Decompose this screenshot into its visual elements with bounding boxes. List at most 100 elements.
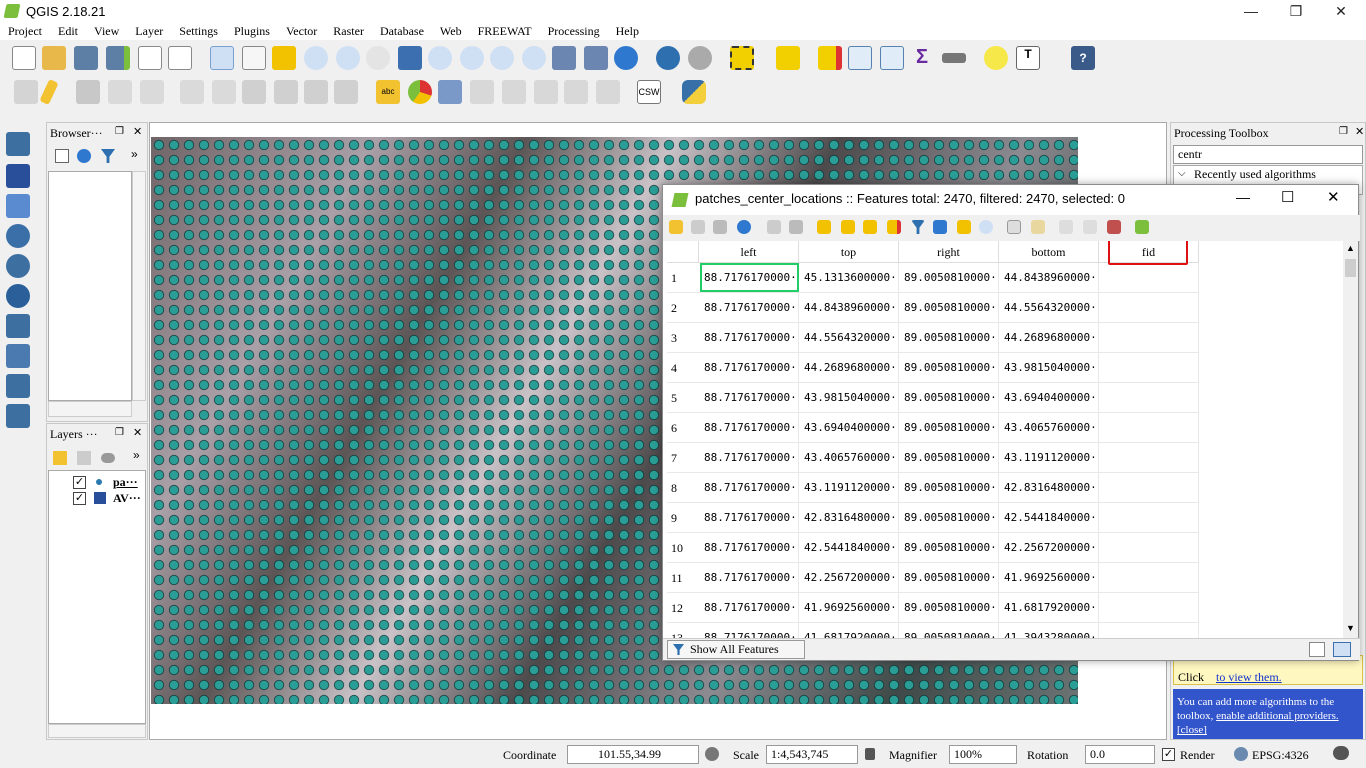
cell-right[interactable]: 89.0050810000···: [899, 353, 999, 383]
delete-field-icon[interactable]: [1083, 220, 1097, 234]
cell-bottom[interactable]: 42.5441840000···: [999, 503, 1099, 533]
cell-top[interactable]: 41.9692560000···: [799, 593, 899, 623]
cut-features-icon[interactable]: [274, 80, 298, 104]
paste-features-icon[interactable]: [334, 80, 358, 104]
scroll-thumb[interactable]: [1345, 259, 1356, 277]
toolbox-search-input[interactable]: centr: [1173, 145, 1363, 164]
zoom-in-icon[interactable]: [304, 46, 328, 70]
toggle-extents-icon[interactable]: [705, 747, 719, 761]
more-icon[interactable]: »: [131, 147, 138, 161]
invert-selection-icon[interactable]: [863, 220, 877, 234]
close-panel-icon[interactable]: ✕: [133, 125, 142, 138]
node-tool-icon[interactable]: [140, 80, 164, 104]
filter-icon[interactable]: [911, 220, 925, 234]
visibility-eye-icon[interactable]: [101, 453, 115, 463]
cell-top[interactable]: 44.2689680000···: [799, 353, 899, 383]
cell-fid[interactable]: [1099, 593, 1199, 623]
magnifier-spinbox[interactable]: 100%: [949, 745, 1017, 764]
add-spatialite-icon[interactable]: [6, 344, 30, 368]
menu-layer[interactable]: Layer: [135, 22, 163, 40]
select-features-icon[interactable]: [730, 46, 754, 70]
copy-features-icon[interactable]: [304, 80, 328, 104]
pin-labels-icon[interactable]: [438, 80, 462, 104]
zoom-next-icon[interactable]: [522, 46, 546, 70]
notice2-link[interactable]: enable additional providers.: [1216, 710, 1339, 722]
row-header[interactable]: 5: [667, 383, 699, 413]
show-hide-labels-icon[interactable]: [470, 80, 494, 104]
cell-top[interactable]: 44.5564320000···: [799, 323, 899, 353]
add-feature-icon[interactable]: [767, 220, 781, 234]
zoom-selection-icon[interactable]: [428, 46, 452, 70]
add-group-icon[interactable]: [77, 451, 91, 465]
label-abc-icon[interactable]: abc: [376, 80, 400, 104]
filter-browser-icon[interactable]: [101, 149, 115, 163]
delete-selected-icon[interactable]: [242, 80, 266, 104]
float-panel-icon[interactable]: ❐: [1339, 126, 1348, 137]
menu-freewat[interactable]: FREEWAT: [478, 22, 532, 40]
new-project-icon[interactable]: [12, 46, 36, 70]
add-wfs-layer-icon[interactable]: [6, 314, 30, 338]
menu-database[interactable]: Database: [380, 22, 424, 40]
action-gear-icon[interactable]: [688, 46, 712, 70]
cell-top[interactable]: 43.4065760000···: [799, 443, 899, 473]
cell-bottom[interactable]: 44.8438960000···: [999, 263, 1099, 293]
current-edits-icon[interactable]: [14, 80, 38, 104]
add-raster-layer-icon[interactable]: [6, 164, 30, 188]
cell-left[interactable]: 88.7176170000···: [699, 323, 799, 353]
cell-right[interactable]: 89.0050810000···: [899, 533, 999, 563]
cell-right[interactable]: 89.0050810000···: [899, 413, 999, 443]
menu-project[interactable]: Project: [8, 22, 42, 40]
delete-feature-icon[interactable]: [789, 220, 803, 234]
cell-right[interactable]: 89.0050810000···: [899, 503, 999, 533]
close-icon[interactable]: ✕: [1327, 188, 1340, 206]
menu-view[interactable]: View: [94, 22, 119, 40]
layer-item[interactable]: ✓ AV···: [69, 491, 145, 507]
pan-map-icon[interactable]: [210, 46, 234, 70]
cell-left[interactable]: 88.7176170000···: [699, 563, 799, 593]
cell-left[interactable]: 88.7176170000···: [699, 473, 799, 503]
cell-left[interactable]: 88.7176170000···: [699, 503, 799, 533]
multi-edit-icon[interactable]: [691, 220, 705, 234]
zoom-layer-icon[interactable]: [460, 46, 484, 70]
add-wcs-layer-icon[interactable]: [6, 284, 30, 308]
pan-to-selection-icon[interactable]: [272, 46, 296, 70]
python-console-icon[interactable]: [682, 80, 706, 104]
cell-bottom[interactable]: 44.5564320000···: [999, 293, 1099, 323]
layer-item[interactable]: ✓ pa···: [69, 475, 145, 491]
menu-raster[interactable]: Raster: [333, 22, 364, 40]
cell-top[interactable]: 43.1191120000···: [799, 473, 899, 503]
cell-fid[interactable]: [1099, 533, 1199, 563]
menu-settings[interactable]: Settings: [179, 22, 218, 40]
toggle-editing-icon[interactable]: [39, 79, 59, 105]
browser-hscrollbar[interactable]: [48, 401, 132, 417]
crs-globe-icon[interactable]: [1234, 747, 1248, 761]
zoom-out-icon[interactable]: [336, 46, 360, 70]
cell-left[interactable]: 88.7176170000···: [699, 593, 799, 623]
cell-right[interactable]: 89.0050810000···: [899, 623, 999, 638]
menu-plugins[interactable]: Plugins: [234, 22, 270, 40]
cell-left[interactable]: 88.7176170000···: [699, 353, 799, 383]
cell-left[interactable]: 88.7176170000···: [699, 383, 799, 413]
zoom-last-icon[interactable]: [490, 46, 514, 70]
add-postgis-layer-icon[interactable]: [6, 224, 30, 248]
lock-scale-icon[interactable]: [865, 748, 875, 760]
save-project-icon[interactable]: [74, 46, 98, 70]
menu-processing[interactable]: Processing: [548, 22, 600, 40]
cell-bottom[interactable]: 41.6817920000···: [999, 593, 1099, 623]
close-icon[interactable]: ✕: [1318, 0, 1364, 22]
select-by-expression-icon[interactable]: [776, 46, 800, 70]
row-header[interactable]: 8: [667, 473, 699, 503]
maximize-icon[interactable]: ☐: [1281, 188, 1294, 206]
new-field-icon[interactable]: [1059, 220, 1073, 234]
show-bookmarks-icon[interactable]: [584, 46, 608, 70]
browser-vscrollbar[interactable]: [132, 171, 146, 401]
render-checkbox[interactable]: ✓: [1162, 748, 1175, 761]
cell-top[interactable]: 45.1313600000···: [799, 263, 899, 293]
deselect-icon[interactable]: [887, 220, 901, 234]
cell-bottom[interactable]: 44.2689680000···: [999, 323, 1099, 353]
menu-help[interactable]: Help: [616, 22, 639, 40]
select-by-expression-icon[interactable]: [817, 220, 831, 234]
add-selected-layers-icon[interactable]: [55, 149, 69, 163]
cell-top[interactable]: 42.8316480000···: [799, 503, 899, 533]
add-vector-layer-icon[interactable]: [6, 132, 30, 156]
